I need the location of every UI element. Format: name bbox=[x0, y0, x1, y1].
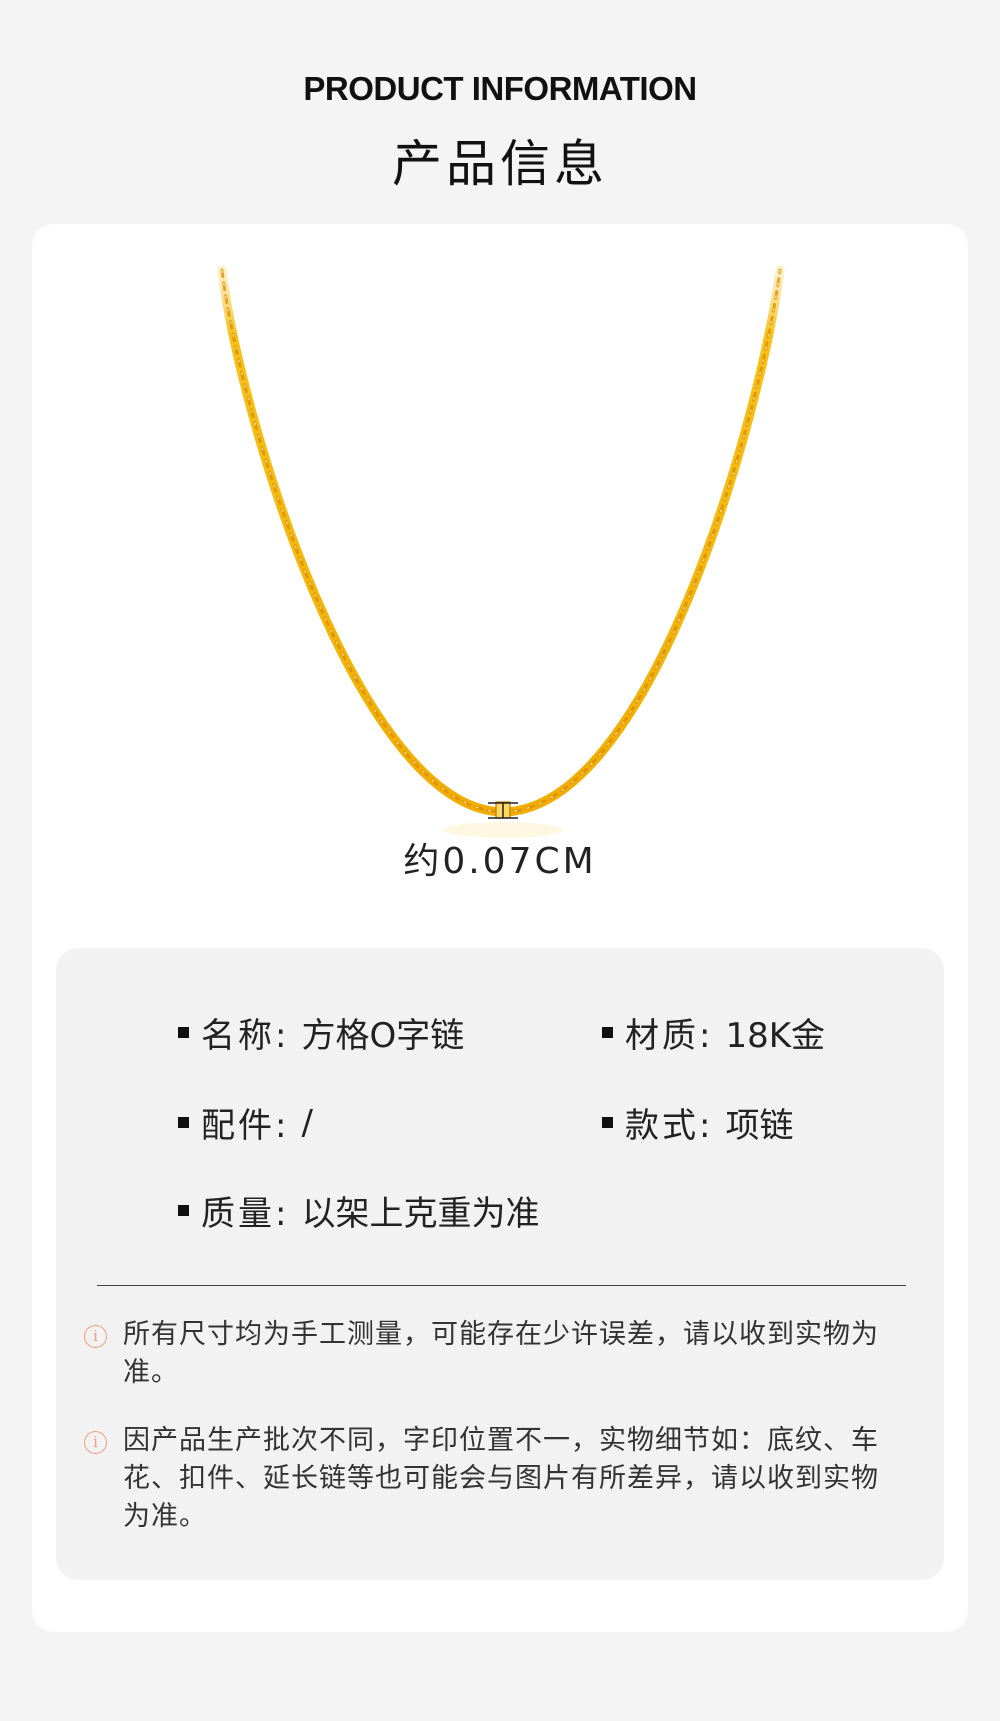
info-circle-icon: i bbox=[84, 1325, 107, 1348]
divider bbox=[97, 1285, 906, 1286]
square-bullet-icon bbox=[178, 1117, 189, 1128]
note-batch-difference: i 因产品生产批次不同，字印位置不一，实物细节如：底纹、车花、扣件、延长链等也可… bbox=[84, 1422, 904, 1536]
chain-width-label: 约0.07CM bbox=[403, 841, 597, 882]
title-english: PRODUCT INFORMATION bbox=[303, 70, 697, 107]
spec-name: 名称: 方格O字链 bbox=[178, 1008, 464, 1057]
spec-accessory-label: 配件: bbox=[201, 1106, 290, 1146]
square-bullet-icon bbox=[602, 1027, 613, 1038]
spec-name-value: 方格O字链 bbox=[301, 1016, 465, 1056]
note-measurement-text: 所有尺寸均为手工测量，可能存在少许误差，请以收到实物为准。 bbox=[123, 1319, 879, 1388]
note-measurement: i 所有尺寸均为手工测量，可能存在少许误差，请以收到实物为准。 bbox=[84, 1316, 904, 1392]
note-batch-difference-text: 因产品生产批次不同，字印位置不一，实物细节如：底纹、车花、扣件、延长链等也可能会… bbox=[123, 1425, 879, 1532]
spec-material-label: 材质: bbox=[625, 1016, 714, 1056]
spec-weight-label: 质量: bbox=[201, 1194, 290, 1234]
spec-weight: 质量: 以架上克重为准 bbox=[178, 1186, 539, 1235]
spec-material-value: 18K金 bbox=[725, 1016, 826, 1056]
info-circle-icon: i bbox=[84, 1431, 107, 1454]
spec-material: 材质: 18K金 bbox=[602, 1008, 825, 1057]
spec-style: 款式: 项链 bbox=[602, 1098, 793, 1147]
square-bullet-icon bbox=[602, 1117, 613, 1128]
spec-accessory-value: / bbox=[301, 1102, 313, 1143]
spec-accessory: 配件: / bbox=[178, 1098, 313, 1147]
title-chinese: 产品信息 bbox=[392, 135, 608, 193]
square-bullet-icon bbox=[178, 1027, 189, 1038]
square-bullet-icon bbox=[178, 1205, 189, 1216]
spec-name-label: 名称: bbox=[201, 1016, 290, 1056]
spec-weight-value: 以架上克重为准 bbox=[301, 1194, 540, 1234]
spec-style-value: 项链 bbox=[725, 1106, 794, 1146]
spec-style-label: 款式: bbox=[625, 1106, 714, 1146]
necklace-image bbox=[217, 265, 785, 838]
